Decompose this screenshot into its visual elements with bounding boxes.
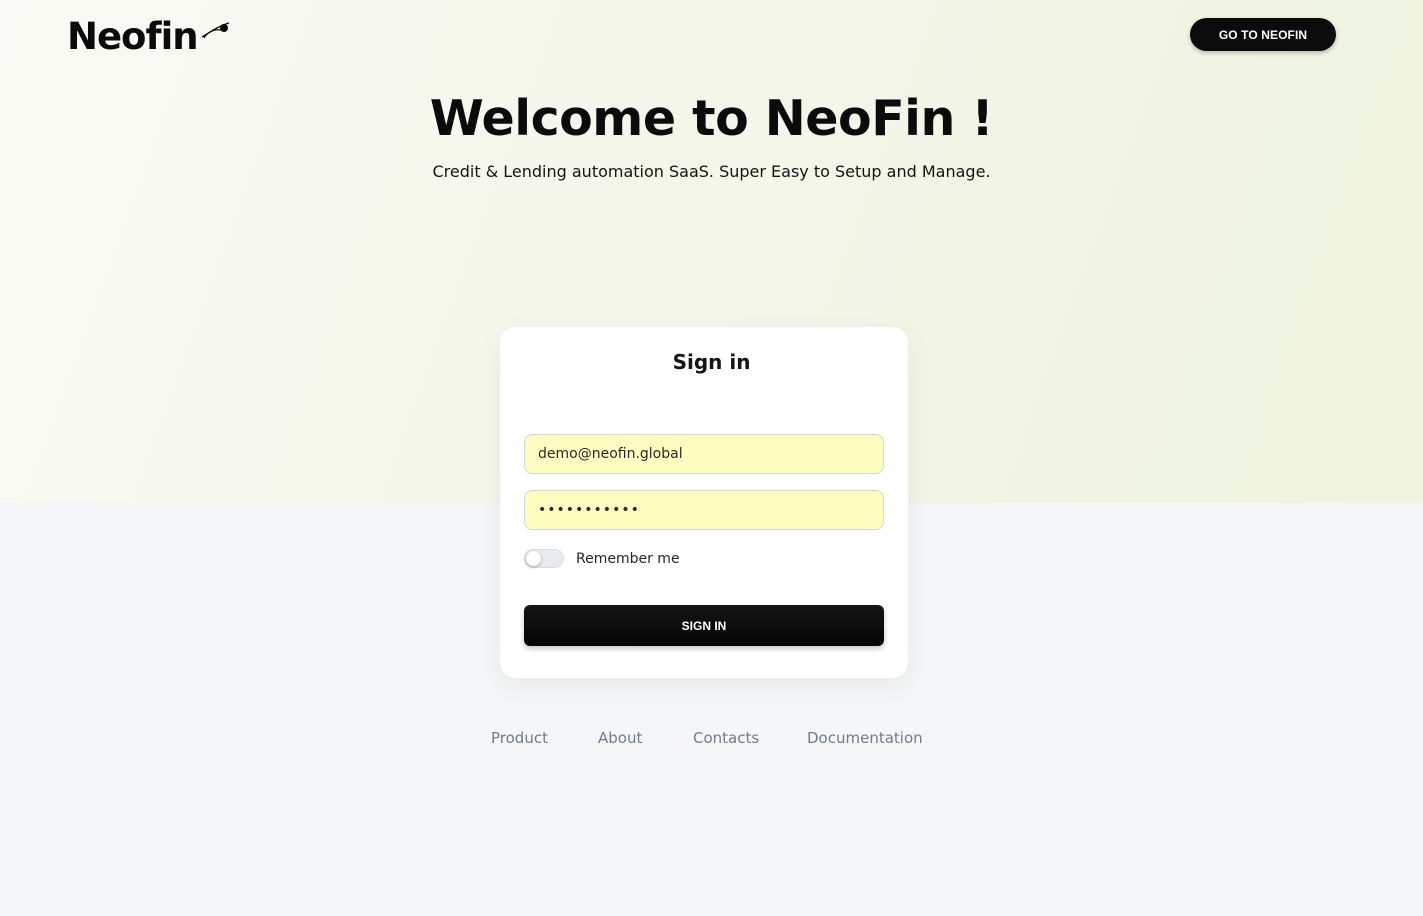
sign-in-button[interactable]: SIGN IN <box>524 605 884 646</box>
email-field[interactable] <box>524 434 884 474</box>
footer-link-about[interactable]: About <box>598 729 642 747</box>
remember-me-label[interactable]: Remember me <box>576 551 680 567</box>
page-subtitle: Credit & Lending automation SaaS. Super … <box>432 162 991 181</box>
signin-title: Sign in <box>672 350 751 374</box>
toggle-knob <box>526 551 541 566</box>
remember-me-toggle[interactable] <box>524 549 564 568</box>
go-to-neofin-button[interactable]: GO TO NEOFIN <box>1190 18 1336 51</box>
logo-text: Neofin <box>67 14 199 58</box>
footer-link-contacts[interactable]: Contacts <box>693 729 759 747</box>
page-title: Welcome to NeoFin ! <box>429 90 994 147</box>
password-field[interactable] <box>524 490 884 530</box>
footer-link-documentation[interactable]: Documentation <box>807 729 923 747</box>
footer-link-product[interactable]: Product <box>491 729 548 747</box>
page: Neofin GO TO NEOFIN Welcome to NeoFin ! … <box>0 0 1423 916</box>
planet-icon <box>201 22 229 39</box>
logo[interactable]: Neofin <box>67 14 232 58</box>
